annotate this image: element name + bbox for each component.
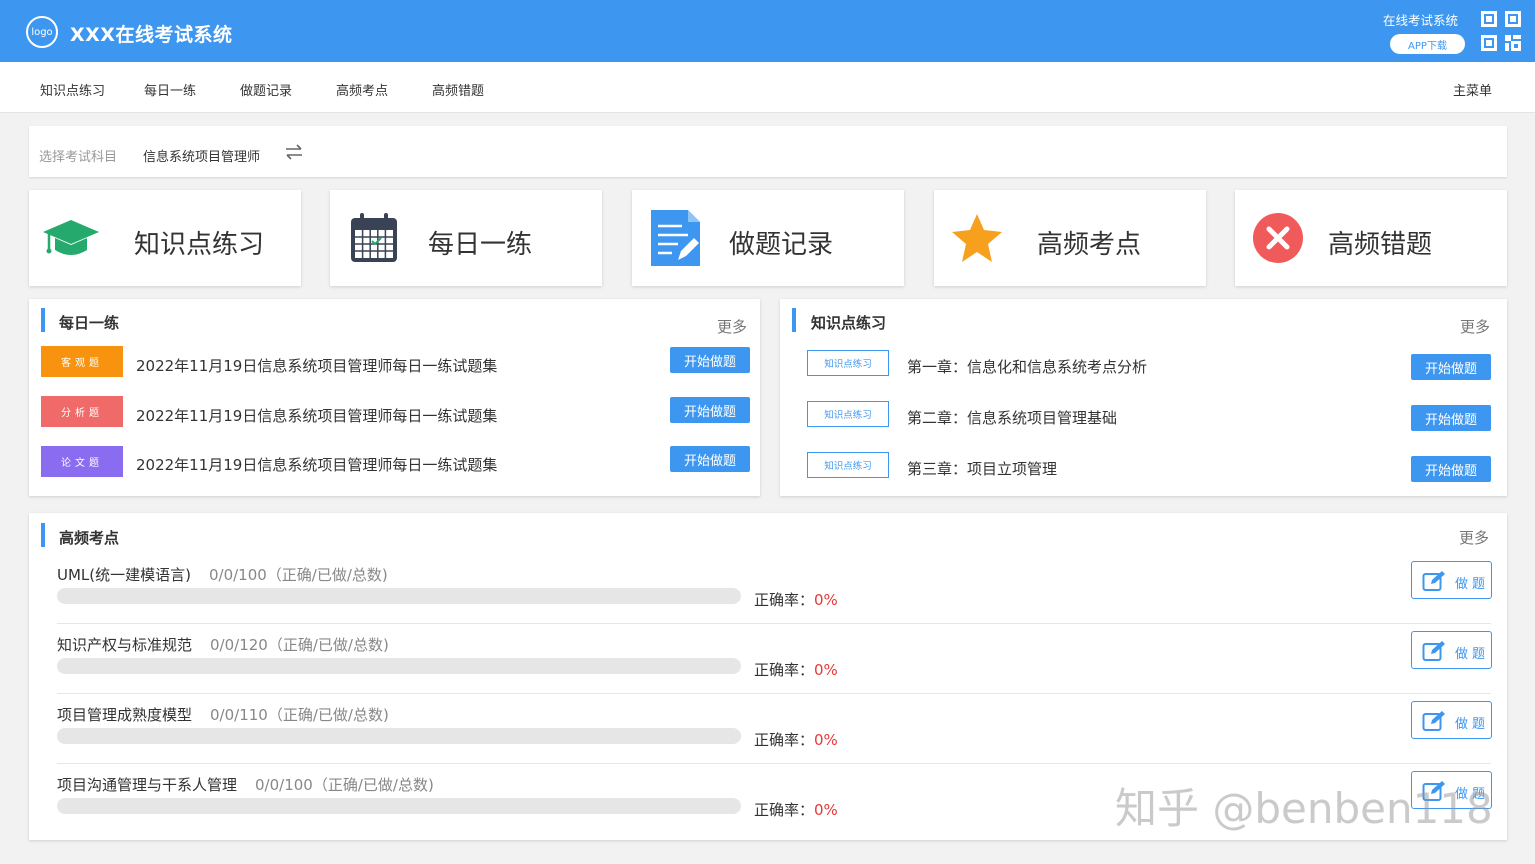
nav-bar: 知识点练习 每日一练 做题记录 高频考点 高频错题 主菜单 (0, 62, 1535, 113)
document-edit-icon (651, 210, 700, 266)
tile-label: 每日一练 (428, 230, 533, 260)
do-question-button[interactable]: 做题 (1411, 631, 1492, 669)
daily-item-title[interactable]: 2022年11月19日信息系统项目管理师每日一练试题集 (136, 355, 497, 376)
logo[interactable]: logo (26, 16, 58, 48)
nav-item-highfreq-errors[interactable]: 高频错题 (432, 80, 484, 99)
accuracy-value: 0% (814, 661, 838, 679)
panel-accent (41, 308, 45, 332)
start-button[interactable]: 开始做题 (1411, 405, 1491, 431)
subject-selector: 选择考试科目 信息系统项目管理师 (29, 126, 1507, 177)
app-title: XXX在线考试系统 (70, 24, 233, 46)
knowledge-tag: 知识点练习 (807, 452, 889, 478)
topic-name[interactable]: UML(统一建模语言) 0/0/100（正确/已做/总数) (57, 564, 388, 585)
accuracy-value: 0% (814, 731, 838, 749)
accuracy-readout: 正确率：0% (754, 801, 838, 819)
topic-stats: 0/0/110（正确/已做/总数) (210, 706, 389, 724)
nav-item-highfreq-points[interactable]: 高频考点 (336, 80, 388, 99)
tile-daily-practice[interactable]: 每日一练 (330, 190, 602, 286)
qr-code-icon[interactable] (1480, 10, 1522, 52)
more-link[interactable]: 更多 (1460, 316, 1490, 337)
tile-knowledge-practice[interactable]: 知识点练习 (29, 190, 301, 286)
chapter-title[interactable]: 第三章：项目立项管理 (907, 458, 1057, 479)
nav-item-knowledge[interactable]: 知识点练习 (40, 80, 105, 99)
system-label: 在线考试系统 (1383, 13, 1459, 28)
watermark: 知乎 @benben118 (1115, 784, 1493, 833)
tile-label: 高频错题 (1328, 230, 1433, 260)
topic-name[interactable]: 项目管理成熟度模型 0/0/110（正确/已做/总数) (57, 704, 389, 725)
chapter-title[interactable]: 第二章：信息系统项目管理基础 (907, 407, 1117, 428)
start-button[interactable]: 开始做题 (670, 397, 750, 423)
edit-icon (1422, 571, 1445, 591)
tile-label: 高频考点 (1037, 230, 1142, 260)
nav-item-daily[interactable]: 每日一练 (144, 80, 196, 99)
topic-stats: 0/0/100（正确/已做/总数) (255, 776, 434, 794)
chapter-title[interactable]: 第一章：信息化和信息系统考点分析 (907, 356, 1147, 377)
main-menu-link[interactable]: 主菜单 (1453, 80, 1492, 99)
graduation-cap-icon (43, 220, 99, 255)
app-download-button[interactable]: APP下载 (1390, 34, 1465, 54)
highfreq-row: 项目管理成熟度模型 0/0/110（正确/已做/总数) 正确率：0% 做题 (57, 694, 1492, 764)
daily-item-title[interactable]: 2022年11月19日信息系统项目管理师每日一练试题集 (136, 454, 497, 475)
edit-icon (1422, 711, 1445, 731)
tile-records[interactable]: 做题记录 (632, 190, 904, 286)
topic-name[interactable]: 知识产权与标准规范 0/0/120（正确/已做/总数) (57, 634, 389, 655)
topic-stats: 0/0/120（正确/已做/总数) (210, 636, 389, 654)
highfreq-row: 知识产权与标准规范 0/0/120（正确/已做/总数) 正确率：0% 做题 (57, 624, 1492, 694)
accuracy-readout: 正确率：0% (754, 731, 838, 749)
panel-accent (41, 523, 45, 547)
start-button[interactable]: 开始做题 (670, 446, 750, 472)
highfreq-row: UML(统一建模语言) 0/0/100（正确/已做/总数) 正确率：0% 做题 (57, 554, 1492, 624)
start-button[interactable]: 开始做题 (670, 347, 750, 373)
start-button[interactable]: 开始做题 (1411, 354, 1491, 380)
do-question-button[interactable]: 做题 (1411, 561, 1492, 599)
topic-stats: 0/0/100（正确/已做/总数) (208, 566, 388, 584)
topic-name[interactable]: 项目沟通管理与干系人管理 0/0/100（正确/已做/总数) (57, 774, 434, 795)
knowledge-practice-panel: 知识点练习 更多 知识点练习 第一章：信息化和信息系统考点分析 开始做题 知识点… (780, 299, 1507, 496)
daily-item-title[interactable]: 2022年11月19日信息系统项目管理师每日一练试题集 (136, 405, 497, 426)
more-link[interactable]: 更多 (1459, 527, 1489, 548)
top-header: logo XXX在线考试系统 在线考试系统 APP下载 (0, 0, 1535, 62)
panel-accent (792, 308, 796, 332)
edit-icon (1422, 641, 1445, 661)
calendar-icon (351, 213, 397, 262)
knowledge-tag: 知识点练习 (807, 401, 889, 427)
subject-value[interactable]: 信息系统项目管理师 (143, 146, 260, 165)
accuracy-value: 0% (814, 591, 838, 609)
accuracy-readout: 正确率：0% (754, 591, 838, 609)
subject-label: 选择考试科目 (39, 150, 118, 165)
knowledge-tag: 知识点练习 (807, 350, 889, 376)
tile-label: 做题记录 (729, 230, 834, 260)
star-icon (952, 214, 1002, 262)
panel-title: 知识点练习 (811, 314, 887, 332)
question-type-badge: 分析题 (41, 396, 123, 427)
tile-highfreq-points[interactable]: 高频考点 (934, 190, 1206, 286)
tile-highfreq-errors[interactable]: 高频错题 (1235, 190, 1507, 286)
panel-title: 高频考点 (59, 529, 120, 547)
nav-item-records[interactable]: 做题记录 (240, 80, 292, 99)
daily-practice-panel: 每日一练 更多 客观题 2022年11月19日信息系统项目管理师每日一练试题集 … (29, 299, 760, 496)
question-type-badge: 论文题 (41, 446, 123, 477)
progress-bar (57, 728, 741, 744)
progress-bar (57, 588, 741, 604)
progress-bar (57, 658, 741, 674)
more-link[interactable]: 更多 (717, 316, 747, 337)
accuracy-value: 0% (814, 801, 838, 819)
progress-bar (57, 798, 741, 814)
tile-label: 知识点练习 (134, 230, 265, 260)
question-type-badge: 客观题 (41, 346, 123, 377)
error-circle-icon (1253, 213, 1303, 263)
swap-icon[interactable] (283, 141, 305, 163)
do-question-button[interactable]: 做题 (1411, 701, 1492, 739)
start-button[interactable]: 开始做题 (1411, 456, 1491, 482)
panel-title: 每日一练 (59, 314, 120, 332)
accuracy-readout: 正确率：0% (754, 661, 838, 679)
